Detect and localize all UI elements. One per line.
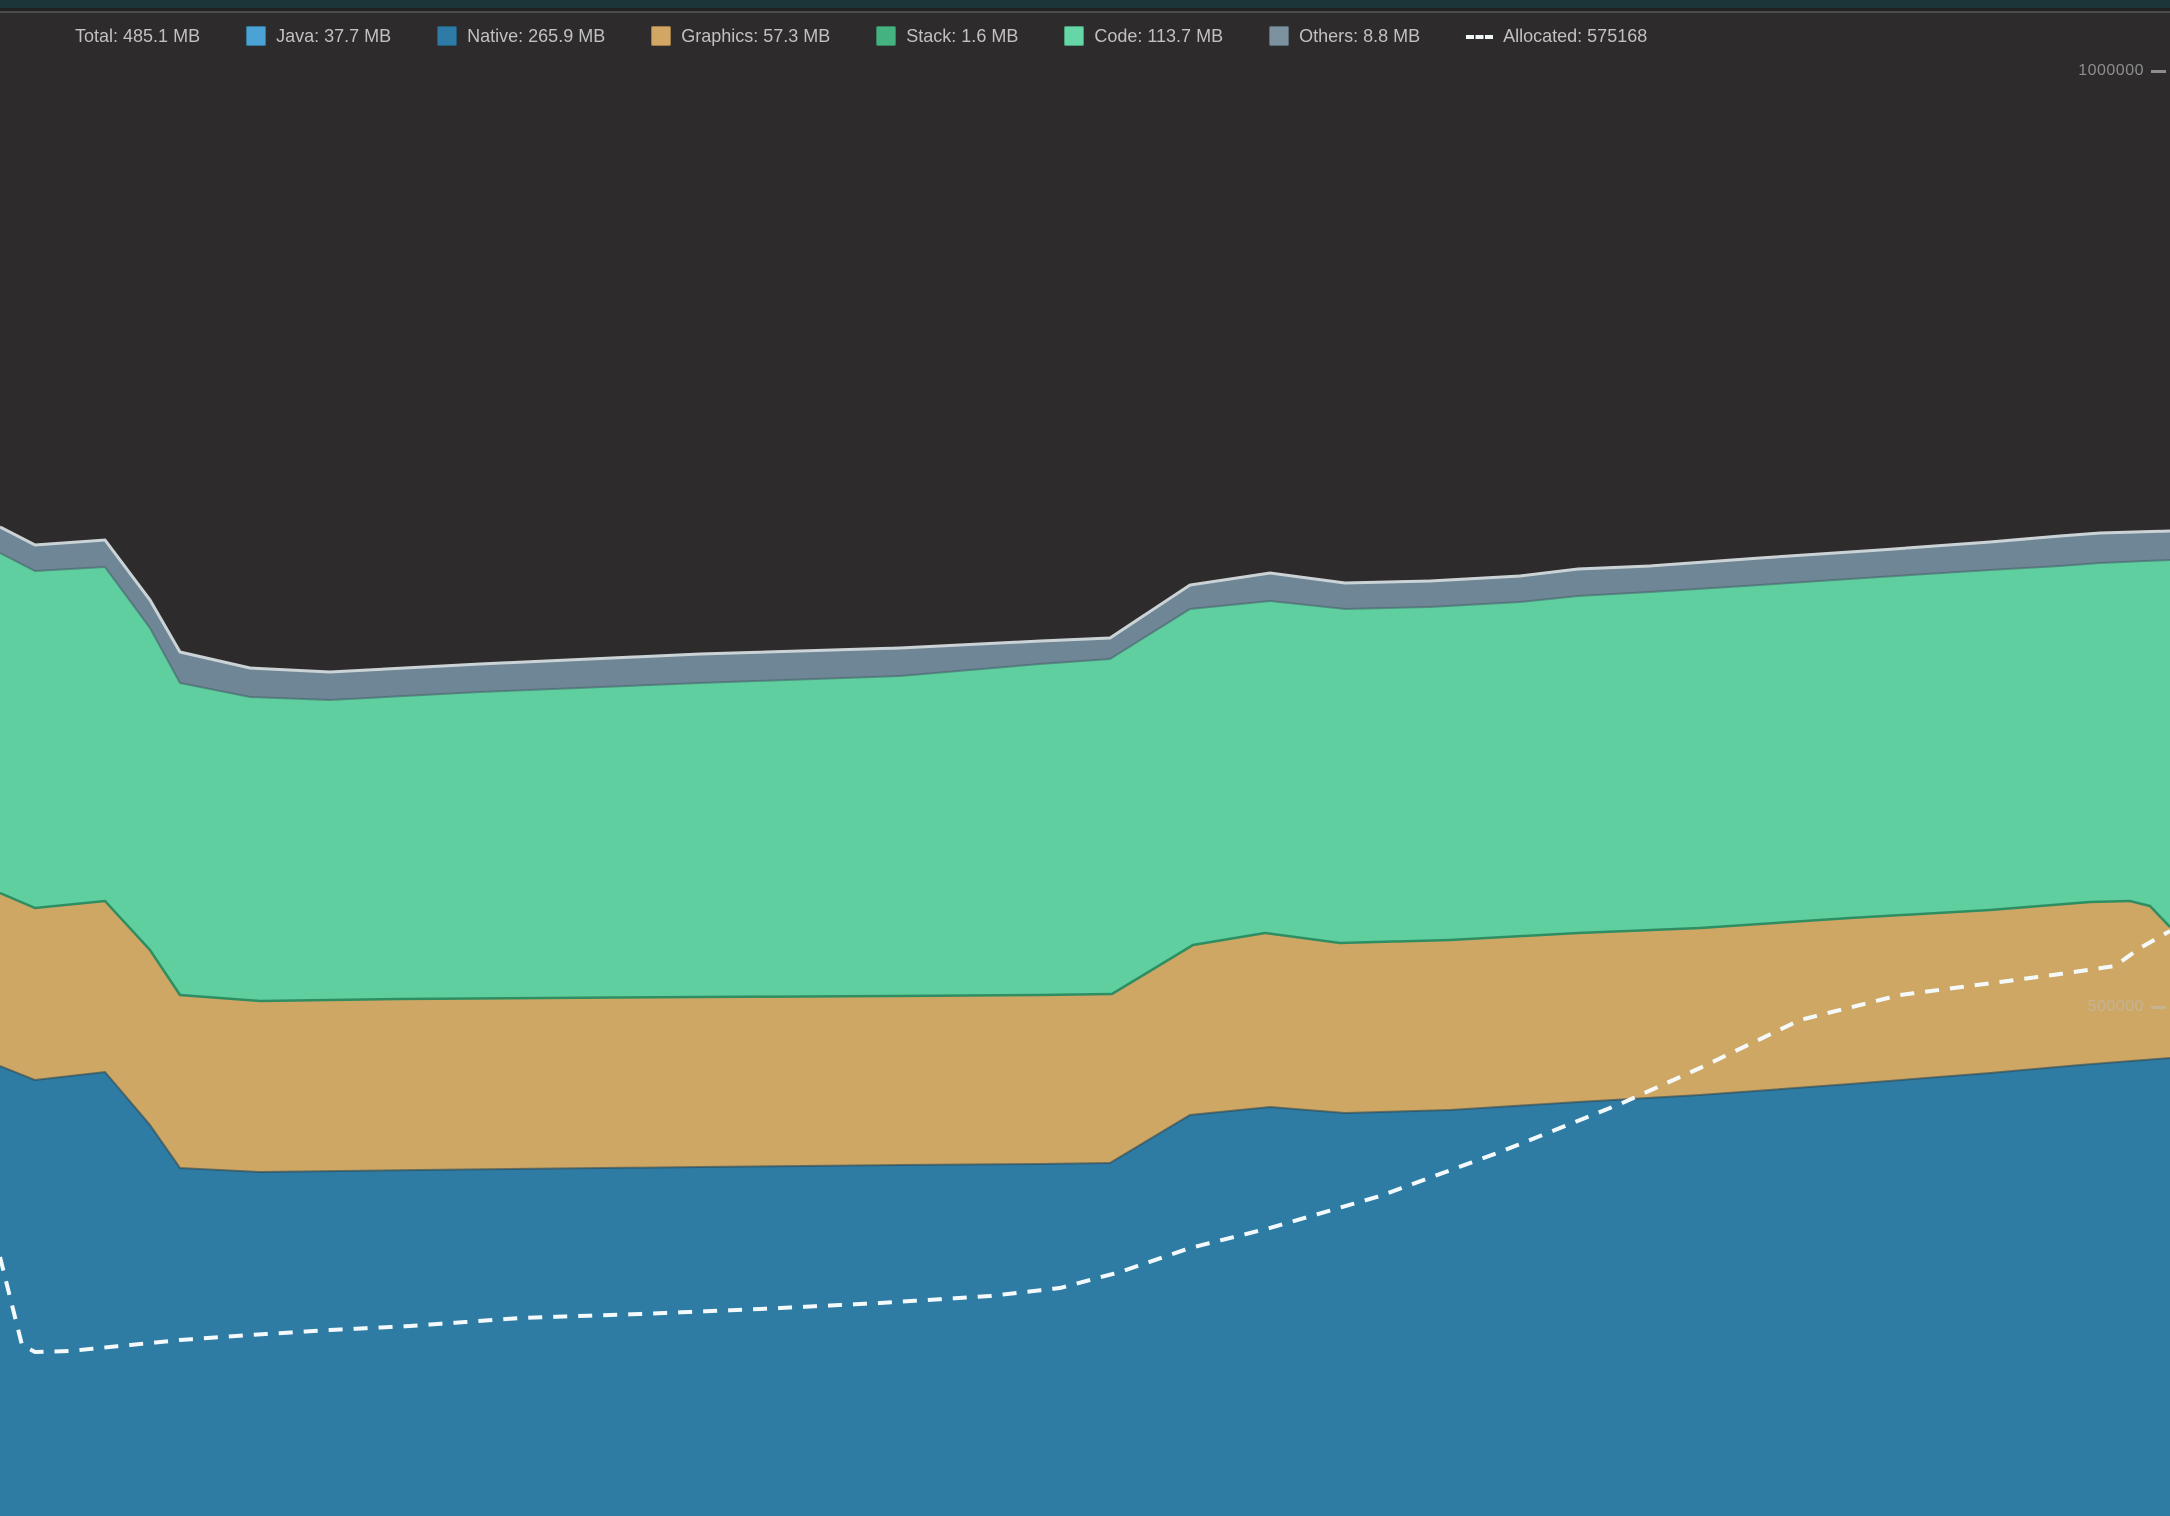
- legend-item-others: Others: 8.8 MB: [1269, 24, 1420, 48]
- native-swatch-icon: [437, 26, 457, 46]
- axis-tick-label: 500000: [2088, 998, 2144, 1016]
- legend-item-label: Java: 37.7 MB: [276, 24, 391, 48]
- memory-usage-chart[interactable]: [0, 0, 2170, 1516]
- java-swatch-icon: [246, 26, 266, 46]
- top-divider-line: [0, 11, 2170, 13]
- others-swatch-icon: [1269, 26, 1289, 46]
- axis-tick-1000000: 1000000: [2078, 62, 2166, 80]
- legend-item-allocated: Allocated: 575168: [1466, 24, 1647, 48]
- axis-tick-mark: [2151, 70, 2166, 73]
- legend-item-label: Code: 113.7 MB: [1094, 24, 1223, 48]
- legend-item-stack: Stack: 1.6 MB: [876, 24, 1018, 48]
- legend-item-label: Allocated: 575168: [1503, 24, 1647, 48]
- chart-legend: Total: 485.1 MB Java: 37.7 MB Native: 265…: [75, 24, 1647, 48]
- top-accent-bar: [0, 0, 2170, 8]
- axis-tick-label: 1000000: [2078, 62, 2144, 80]
- legend-item-code: Code: 113.7 MB: [1064, 24, 1223, 48]
- legend-item-label: Native: 265.9 MB: [467, 24, 605, 48]
- allocated-dashed-line-icon: [1466, 35, 1493, 39]
- legend-item-label: Stack: 1.6 MB: [906, 24, 1018, 48]
- code-swatch-icon: [1064, 26, 1084, 46]
- axis-tick-500000: 500000: [2088, 998, 2166, 1016]
- legend-item-label: Graphics: 57.3 MB: [681, 24, 830, 48]
- axis-tick-mark: [2151, 1006, 2166, 1009]
- legend-item-native: Native: 265.9 MB: [437, 24, 605, 48]
- graphics-swatch-icon: [651, 26, 671, 46]
- legend-item-graphics: Graphics: 57.3 MB: [651, 24, 830, 48]
- legend-item-label: Others: 8.8 MB: [1299, 24, 1420, 48]
- stack-swatch-icon: [876, 26, 896, 46]
- legend-item-java: Java: 37.7 MB: [246, 24, 391, 48]
- legend-total-label: Total: 485.1 MB: [75, 24, 200, 48]
